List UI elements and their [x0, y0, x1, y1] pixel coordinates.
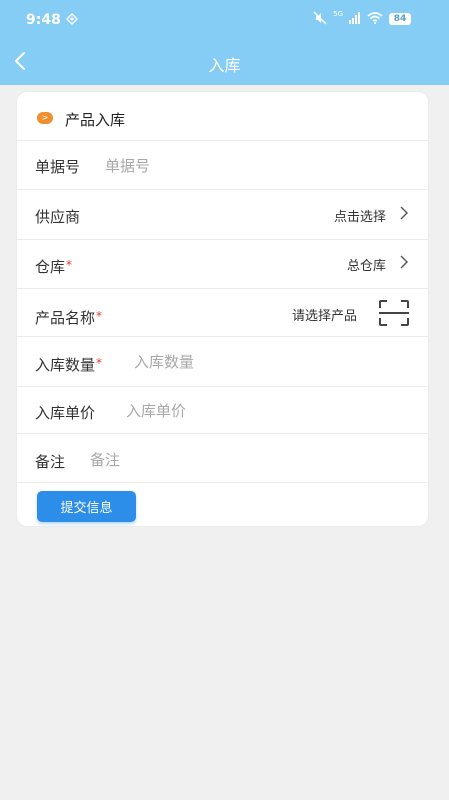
product-label: 产品名称*	[35, 309, 103, 327]
nfc-icon	[66, 13, 78, 25]
remark-input[interactable]	[90, 448, 290, 472]
product-row[interactable]: 产品名称* 请选择产品	[17, 288, 428, 337]
supplier-label: 供应商	[35, 208, 81, 226]
warehouse-row[interactable]: 仓库* 总仓库	[17, 239, 428, 289]
doc-no-row: 单据号	[17, 140, 428, 190]
price-input[interactable]	[126, 399, 326, 423]
scan-icon[interactable]	[378, 299, 410, 327]
chevron-right-icon[interactable]	[399, 254, 409, 270]
supplier-row[interactable]: 供应商 点击选择	[17, 189, 428, 240]
status-time: 9:48	[26, 12, 61, 28]
remark-row: 备注	[17, 433, 428, 483]
doc-no-input[interactable]	[105, 154, 305, 178]
section-header: > 产品入库	[17, 92, 428, 140]
chevron-right-icon[interactable]	[399, 205, 409, 221]
wifi-icon	[367, 12, 383, 24]
warehouse-select[interactable]: 总仓库	[347, 255, 386, 274]
page-title: 入库	[208, 56, 241, 75]
required-mark: *	[96, 356, 103, 370]
required-mark: *	[96, 309, 103, 323]
network-label: 5G	[333, 10, 343, 18]
quantity-input[interactable]	[134, 350, 334, 374]
submit-button[interactable]: 提交信息	[37, 491, 136, 522]
app-header: 9:48 5G 84 入库	[0, 0, 449, 85]
form-card: > 产品入库 单据号 供应商 点击选择 仓库* 总仓库 产品名称* 请选择产品	[17, 92, 428, 526]
signal-icon	[349, 12, 360, 24]
remark-label: 备注	[35, 453, 66, 471]
price-row: 入库单价	[17, 386, 428, 434]
section-arrow-icon: >	[37, 112, 53, 124]
price-label: 入库单价	[35, 404, 96, 422]
status-bar: 9:48 5G 84	[0, 0, 449, 38]
quantity-label: 入库数量*	[35, 356, 103, 374]
doc-no-label: 单据号	[35, 158, 81, 176]
section-title: 产品入库	[65, 111, 126, 129]
quantity-row: 入库数量*	[17, 336, 428, 387]
product-select[interactable]: 请选择产品	[292, 305, 357, 324]
mute-icon	[313, 11, 327, 25]
warehouse-label: 仓库*	[35, 258, 73, 276]
required-mark: *	[66, 258, 73, 272]
battery-indicator: 84	[389, 13, 411, 25]
supplier-select[interactable]: 点击选择	[334, 206, 386, 225]
